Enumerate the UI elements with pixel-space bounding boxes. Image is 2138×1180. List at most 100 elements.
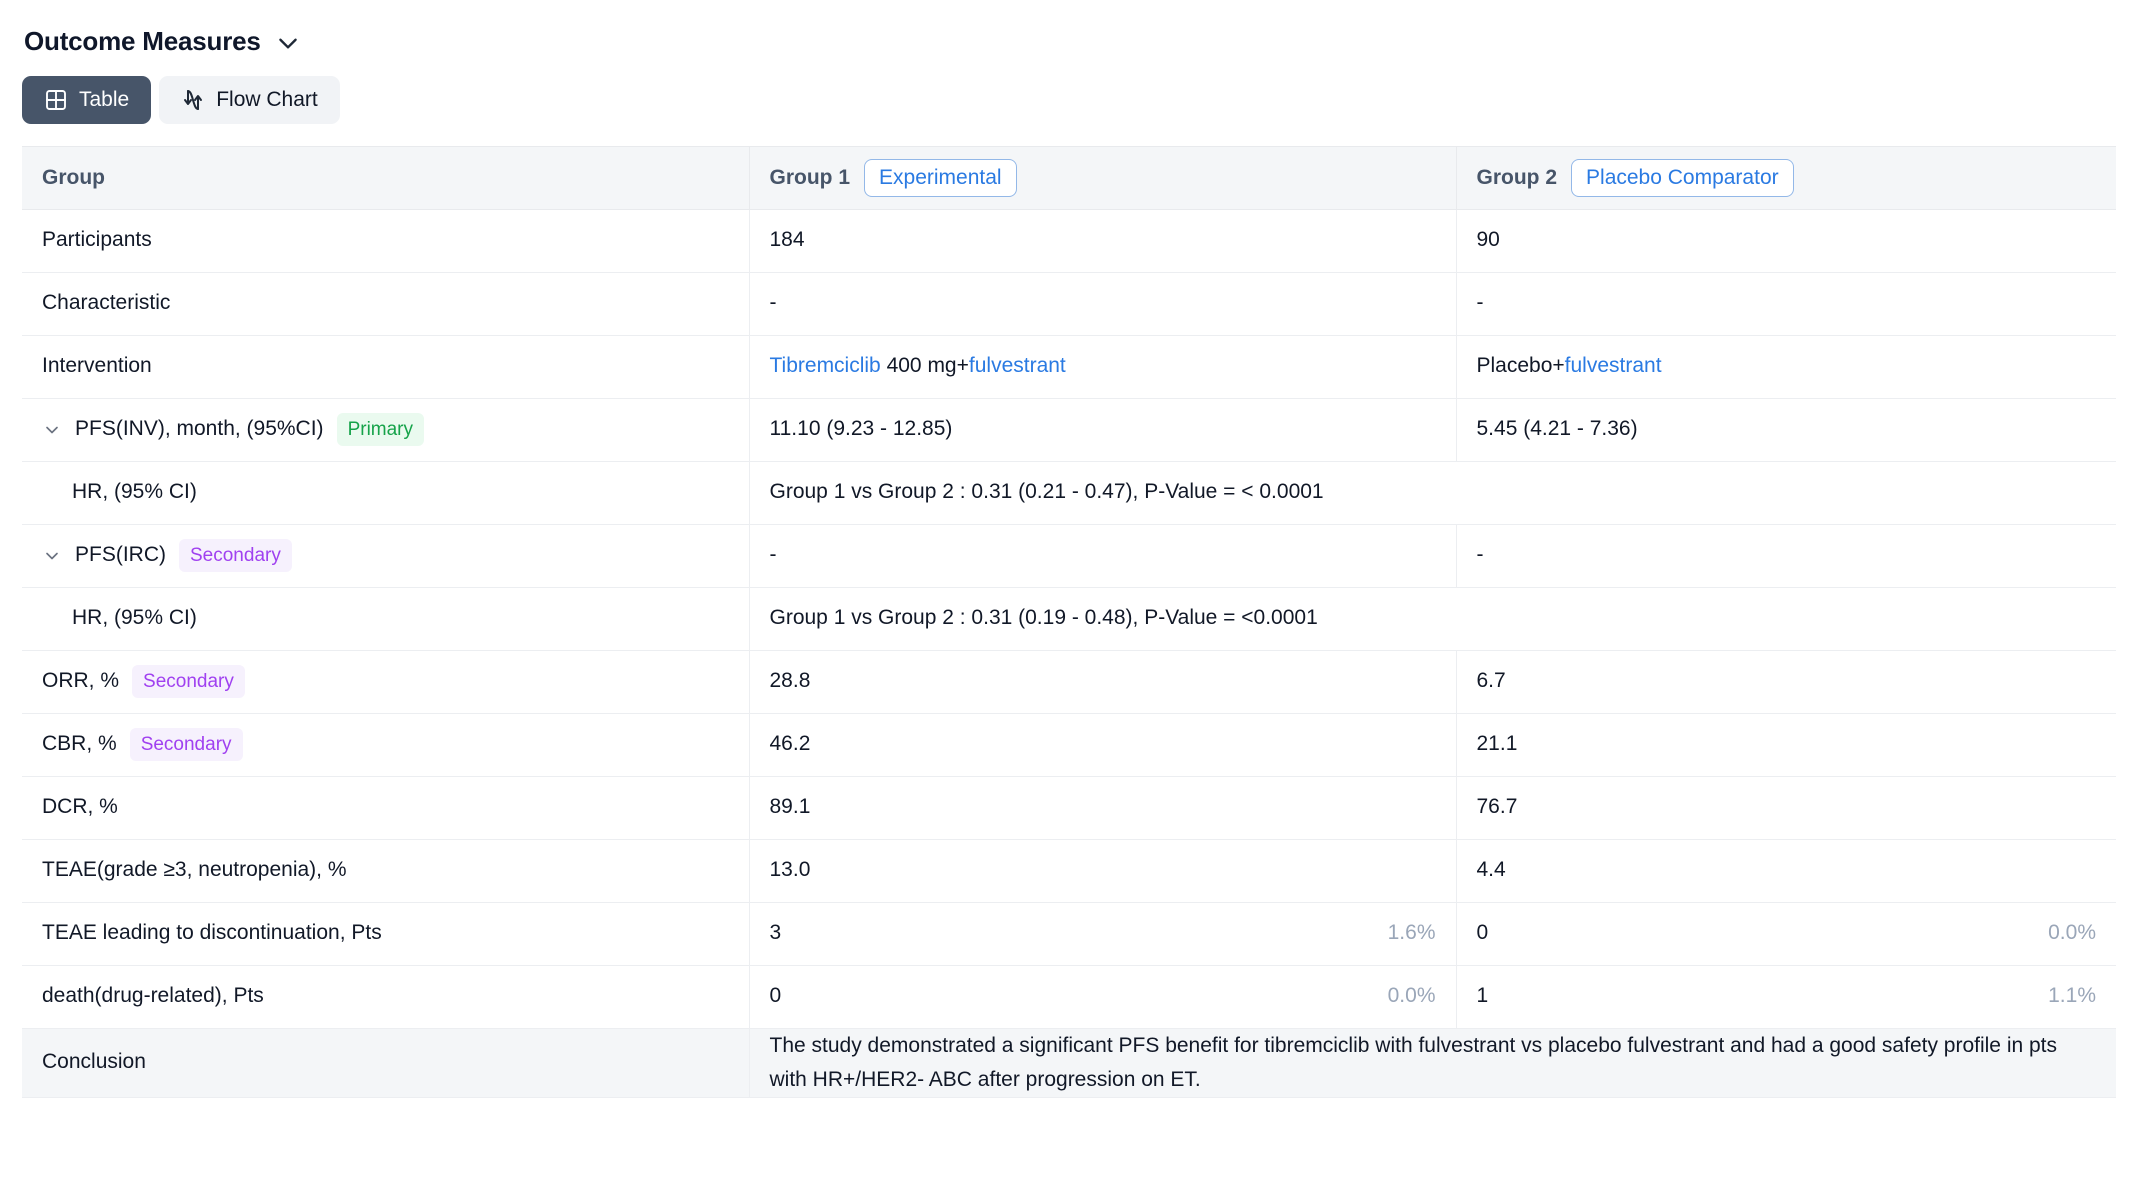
g1-value-cell: 0 0.0% (748, 965, 1456, 1029)
row-label-cell: TEAE leading to discontinuation, Pts (22, 902, 749, 966)
chevron-down-icon[interactable] (42, 546, 62, 566)
flow-arrows-icon (181, 88, 205, 112)
row-label-cell: HR, (95% CI) (22, 461, 749, 525)
table-row: DCR, % 89.1 76.7 (22, 776, 2116, 840)
row-label-cell: DCR, % (22, 776, 749, 840)
g1-value: 89.1 (769, 795, 811, 819)
table-row: TEAE leading to discontinuation, Pts 3 1.6… (22, 902, 2116, 966)
g2-value-cell: 21.1 (1455, 713, 2116, 777)
row-label: HR, (95% CI) (72, 606, 197, 630)
g1-value-cell: 11.10 (9.23 - 12.85) (748, 398, 1456, 462)
comparison-value-cell: Group 1 vs Group 2 : 0.31 (0.21 - 0.47),… (748, 461, 2116, 525)
value-text: Placebo+ (1476, 354, 1565, 378)
table-row: HR, (95% CI) Group 1 vs Group 2 : 0.31 (0… (22, 461, 2116, 525)
table-row: Participants 184 90 (22, 209, 2116, 273)
drug-link[interactable]: Tibremciclib (770, 354, 881, 377)
tab-flow-chart[interactable]: Flow Chart (159, 76, 340, 124)
value-text: 400 mg+ (880, 354, 969, 378)
row-label-cell: PFS(IRC) Secondary (22, 524, 749, 588)
group1-arm-badge[interactable]: Experimental (864, 158, 1017, 197)
g2-value: 4.4 (1476, 858, 1506, 882)
row-label-cell: Intervention (22, 335, 749, 399)
endpoint-type-badge: Secondary (179, 539, 292, 572)
row-label-cell: CBR, % Secondary (22, 713, 749, 777)
g2-count: 0 (1476, 921, 1489, 945)
column-header-group: Group (22, 147, 749, 210)
table-row: Intervention Tibremciclib 400 mg+fulvestr… (22, 335, 2116, 399)
g2-value-cell: Placebo+fulvestrant (1455, 335, 2116, 399)
table-row: death(drug-related), Pts 0 0.0% 1 1.1% (22, 965, 2116, 1029)
row-label: TEAE leading to discontinuation, Pts (42, 921, 382, 945)
g2-value-cell: 5.45 (4.21 - 7.36) (1455, 398, 2116, 462)
table-header-row: Group Group 1 Experimental Group 2 Place… (22, 147, 2116, 210)
column-header-group1: Group 1 Experimental (748, 147, 1456, 210)
g1-value: 28.8 (769, 669, 811, 693)
g1-value: - (769, 291, 777, 315)
row-label-cell: death(drug-related), Pts (22, 965, 749, 1029)
table-row: Characteristic - - (22, 272, 2116, 336)
row-label: DCR, % (42, 795, 118, 819)
g2-value-cell: 6.7 (1455, 650, 2116, 714)
g1-value-cell: 184 (748, 209, 1456, 273)
outcome-measures-table-wrapper: Group Group 1 Experimental Group 2 Place… (22, 146, 2116, 1098)
g1-value: 13.0 (769, 858, 811, 882)
table-row: PFS(INV), month, (95%CI) Primary 11.10 (9.… (22, 398, 2116, 462)
group2-arm-badge[interactable]: Placebo Comparator (1571, 158, 1794, 197)
g1-value: 184 (769, 228, 805, 252)
chevron-down-icon[interactable] (275, 30, 301, 56)
row-label-cell: ORR, % Secondary (22, 650, 749, 714)
tab-flow-chart-label: Flow Chart (216, 88, 318, 111)
column-header-group1-label: Group 1 (769, 165, 851, 189)
g1-count: 3 (769, 921, 782, 945)
column-header-group2: Group 2 Placebo Comparator (1455, 147, 2116, 210)
g1-value: - (769, 543, 777, 567)
table-row: HR, (95% CI) Group 1 vs Group 2 : 0.31 (0… (22, 587, 2116, 651)
g2-value-cell: 1 1.1% (1455, 965, 2116, 1029)
hazard-ratio-text: Group 1 vs Group 2 : 0.31 (0.21 - 0.47),… (769, 480, 1324, 504)
row-label: PFS(INV), month, (95%CI) (75, 417, 324, 441)
drug-link[interactable]: fulvestrant (969, 354, 1066, 377)
row-label-cell: PFS(INV), month, (95%CI) Primary (22, 398, 749, 462)
g1-value: 11.10 (9.23 - 12.85) (769, 417, 953, 441)
g2-value: - (1476, 291, 1484, 315)
row-label: CBR, % (42, 732, 117, 756)
g2-value-cell: 0 0.0% (1455, 902, 2116, 966)
g1-value-cell: 13.0 (748, 839, 1456, 903)
row-label: Participants (42, 228, 152, 252)
g2-percentage: 1.1% (2048, 984, 2096, 1008)
conclusion-row: Conclusion The study demonstrated a signi… (22, 1028, 2116, 1098)
conclusion-text-cell: The study demonstrated a significant PFS… (748, 1028, 2116, 1098)
row-label: Intervention (42, 354, 152, 378)
table-row: PFS(IRC) Secondary - - (22, 524, 2116, 588)
tab-table[interactable]: Table (22, 76, 152, 124)
drug-link[interactable]: fulvestrant (1565, 354, 1662, 377)
row-label: ORR, % (42, 669, 120, 693)
row-label: death(drug-related), Pts (42, 984, 264, 1008)
row-label: PFS(IRC) (75, 543, 166, 567)
tab-table-label: Table (79, 88, 130, 111)
g1-value-cell: Tibremciclib 400 mg+fulvestrant (748, 335, 1456, 399)
row-label: Characteristic (42, 291, 171, 315)
g2-value-cell: 90 (1455, 209, 2116, 273)
g1-value-cell: - (748, 524, 1456, 588)
row-label-cell: TEAE(grade ≥3, neutropenia), % (22, 839, 749, 903)
table-body: Participants 184 90 Characteristic - - Interve… (22, 209, 2116, 1098)
g2-percentage: 0.0% (2048, 921, 2096, 945)
row-label-cell: HR, (95% CI) (22, 587, 749, 651)
g1-value-cell: 3 1.6% (748, 902, 1456, 966)
g1-value-cell: 89.1 (748, 776, 1456, 840)
table-row: ORR, % Secondary 28.8 6.7 (22, 650, 2116, 714)
column-header-group2-label: Group 2 (1476, 165, 1558, 189)
endpoint-type-badge: Secondary (129, 728, 243, 761)
g2-value: 21.1 (1476, 732, 1518, 756)
table-row: CBR, % Secondary 46.2 21.1 (22, 713, 2116, 777)
view-toggle-group: Table Flow Chart (0, 64, 2138, 124)
table-head: Group Group 1 Experimental Group 2 Place… (22, 147, 2116, 210)
page-title: Outcome Measures (24, 26, 261, 56)
row-label: HR, (95% CI) (72, 480, 197, 504)
chevron-down-icon[interactable] (42, 420, 62, 440)
comparison-value-cell: Group 1 vs Group 2 : 0.31 (0.19 - 0.48),… (748, 587, 2116, 651)
row-label-cell: Characteristic (22, 272, 749, 336)
g2-value-cell: 4.4 (1455, 839, 2116, 903)
hazard-ratio-text: Group 1 vs Group 2 : 0.31 (0.19 - 0.48),… (769, 606, 1318, 630)
